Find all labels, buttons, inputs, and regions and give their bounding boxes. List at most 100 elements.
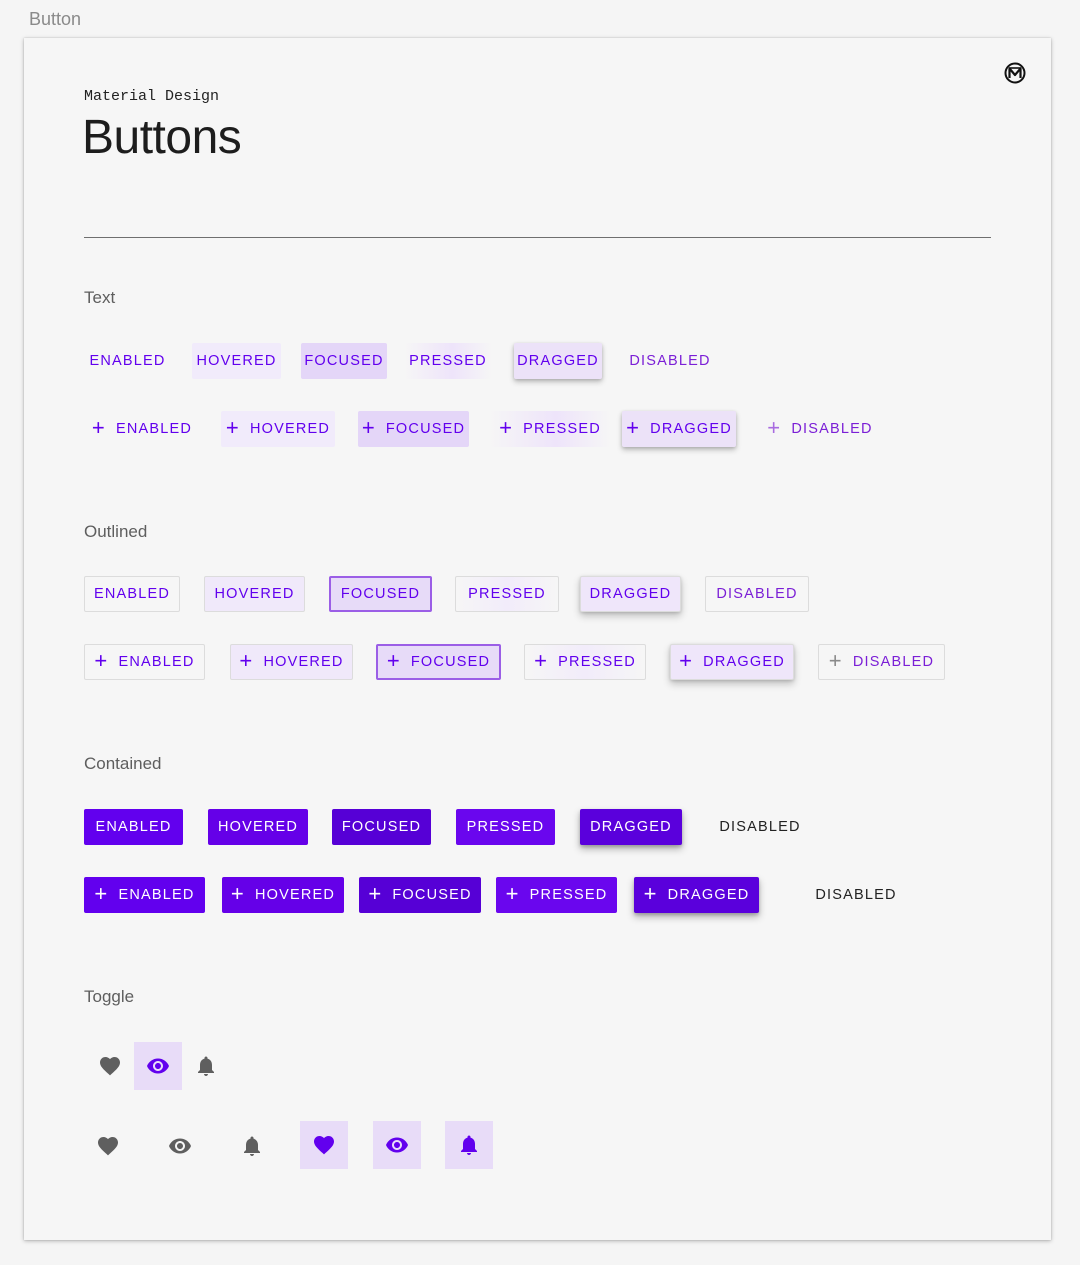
contained-button-disabled[interactable]: DISABLED [706,809,814,845]
contained-button-hovered[interactable]: HOVERED [208,809,308,845]
outlined-button-hovered[interactable]: HOVERED [204,576,305,612]
contained-icon-button-enabled[interactable]: + ENABLED [84,877,205,913]
contained-button-enabled[interactable]: ENABLED [84,809,183,845]
toggle-eye[interactable] [156,1122,204,1170]
eye-icon [169,1138,191,1154]
text-button-focused[interactable]: FOCUSED [301,343,387,379]
contained-icon-button-focused[interactable]: + FOCUSED [359,877,481,913]
plus-icon: + [643,881,658,906]
button-label: PRESSED [529,887,608,903]
plus-icon: + [626,415,641,440]
plus-icon: + [386,648,401,673]
text-button-pressed[interactable]: PRESSED [404,343,492,379]
button-label: PRESSED [558,654,636,670]
button-label: HOVERED [249,421,331,437]
button-label: HOVERED [254,887,336,903]
button-label: FOCUSED [340,586,421,602]
toggle-heart-selected[interactable] [300,1121,348,1169]
outlined-icon-button-pressed[interactable]: + PRESSED [524,644,646,680]
toggle-eye-selected[interactable] [373,1121,421,1169]
outlined-icon-button-dragged[interactable]: + DRAGGED [670,644,794,680]
toggle-heart[interactable] [86,1042,134,1090]
toggle-bell[interactable] [228,1122,276,1170]
plus-icon: + [230,881,245,906]
text-button-dragged[interactable]: DRAGGED [514,343,602,379]
button-label: PRESSED [409,353,487,369]
bell-icon [198,1056,214,1076]
button-label: HOVERED [214,586,295,602]
text-icon-button-disabled[interactable]: + DISABLED [758,411,882,447]
contained-button-focused[interactable]: FOCUSED [332,809,431,845]
button-label: HOVERED [217,819,299,835]
toggle-heart[interactable] [84,1122,132,1170]
plus-icon: + [91,415,106,440]
section-title-toggle: Toggle [84,987,135,1006]
plus-icon: + [94,881,109,906]
button-label: DRAGGED [517,353,599,369]
text-button-disabled[interactable]: DISABLED [624,343,716,379]
button-label: DISABLED [716,586,798,602]
heart-icon [98,1137,118,1156]
button-label: DRAGGED [589,586,672,602]
outlined-button-enabled[interactable]: ENABLED [84,576,180,612]
eye-icon [147,1058,169,1074]
text-button-hovered[interactable]: HOVERED [192,343,281,379]
heart-icon [314,1136,334,1155]
contained-icon-button-hovered[interactable]: + HOVERED [222,877,344,913]
heart-icon [100,1057,120,1076]
plus-icon: + [225,415,240,440]
text-icon-button-focused[interactable]: + FOCUSED [358,411,469,447]
button-label: FOCUSED [410,654,491,670]
section-title-outlined: Outlined [84,522,148,541]
text-button-enabled[interactable]: ENABLED [84,343,171,379]
section-title-contained: Contained [84,754,162,773]
plus-icon: + [94,648,109,673]
text-icon-button-enabled[interactable]: + ENABLED [84,411,200,447]
contained-button-pressed[interactable]: PRESSED [456,809,555,845]
contained-icon-button-dragged[interactable]: + DRAGGED [634,877,759,913]
bell-icon [461,1135,477,1155]
button-label: DISABLED [719,819,801,835]
section-title-text: Text [84,288,116,307]
outlined-button-dragged[interactable]: DRAGGED [580,576,681,612]
button-label: DISABLED [852,654,935,670]
outlined-icon-button-enabled[interactable]: + ENABLED [84,644,205,680]
button-label: ENABLED [115,421,193,437]
toggle-bell-selected[interactable] [445,1121,493,1169]
outlined-icon-button-hovered[interactable]: + HOVERED [230,644,353,680]
button-label: PRESSED [468,586,546,602]
plus-icon: + [239,648,254,673]
plus-icon: + [361,415,376,440]
text-icon-button-pressed[interactable]: + PRESSED [489,411,611,447]
plus-icon: + [534,648,549,673]
button-label: DRAGGED [590,819,672,835]
toggle-eye-selected[interactable] [134,1042,182,1090]
button-label: HOVERED [263,654,344,670]
bell-icon [244,1136,260,1156]
text-icon-button-dragged[interactable]: + DRAGGED [622,411,736,447]
button-label: DRAGGED [650,421,732,437]
page-title: Buttons [82,111,242,164]
button-label: ENABLED [118,887,195,903]
outlined-button-disabled[interactable]: DISABLED [705,576,809,612]
button-label: FOCUSED [385,421,466,437]
button-label: FOCUSED [341,819,422,835]
toggle-bell[interactable] [182,1042,230,1090]
outlined-button-focused[interactable]: FOCUSED [329,576,432,612]
page-label: Button [29,9,82,29]
material-logo-icon [1004,62,1026,84]
plus-icon: + [368,881,383,906]
contained-icon-button-disabled[interactable]: DISABLED [802,877,910,913]
contained-button-dragged[interactable]: DRAGGED [580,809,682,845]
button-label: DISABLED [815,887,897,903]
button-label: ENABLED [95,819,172,835]
button-label: DISABLED [791,421,873,437]
text-icon-button-hovered[interactable]: + HOVERED [221,411,335,447]
outlined-icon-button-disabled[interactable]: + DISABLED [818,644,945,680]
contained-icon-button-pressed[interactable]: + PRESSED [496,877,617,913]
header-subtitle: Material Design [84,88,220,105]
buttons-card: Material Design Buttons Text ENABLED HOV… [24,38,1051,1240]
button-label: PRESSED [466,819,545,835]
outlined-button-pressed[interactable]: PRESSED [455,576,559,612]
outlined-icon-button-focused[interactable]: + FOCUSED [376,644,501,680]
